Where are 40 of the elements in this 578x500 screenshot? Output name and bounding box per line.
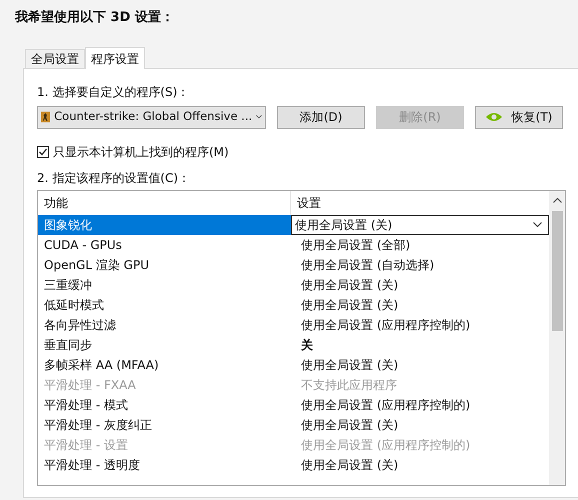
- setting-cell[interactable]: 使用全局设置 (关): [291, 295, 549, 315]
- figure-icon: [41, 109, 50, 125]
- scroll-up-icon[interactable]: [552, 197, 562, 203]
- setting-cell[interactable]: 使用全局设置 (全部): [291, 235, 549, 255]
- checkbox[interactable]: [37, 146, 49, 158]
- feature-cell[interactable]: 平滑处理 - 透明度: [38, 455, 291, 475]
- setting-cell[interactable]: 使用全局设置 (自动选择): [291, 255, 549, 275]
- scrollbar-thumb[interactable]: [552, 211, 562, 331]
- program-dropdown[interactable]: Counter-strike: Global Offensive ...: [37, 106, 266, 128]
- setting-cell[interactable]: 使用全局设置 (应用程序控制的): [291, 395, 549, 415]
- column-header[interactable]: 设置: [291, 191, 549, 215]
- feature-cell[interactable]: 图象锐化: [38, 215, 291, 235]
- feature-cell[interactable]: 垂直同步: [38, 335, 291, 355]
- feature-cell[interactable]: 各向异性过滤: [38, 315, 291, 335]
- button[interactable]: 添加(D): [277, 106, 365, 128]
- feature-cell[interactable]: 平滑处理 - 模式: [38, 395, 291, 415]
- chevron-down-icon: [256, 114, 262, 120]
- program-label: 1. 选择要自定义的程序(S)：: [37, 84, 190, 101]
- scrollbar[interactable]: [549, 191, 565, 485]
- setting-cell[interactable]: 使用全局设置 (关): [291, 355, 549, 375]
- setting-cell[interactable]: 使用全局设置 (关): [291, 455, 549, 475]
- feature-cell[interactable]: 低延时模式: [38, 295, 291, 315]
- tab[interactable]: 全局设置: [25, 49, 85, 68]
- tab[interactable]: 程序设置: [85, 47, 145, 69]
- feature-cell[interactable]: 三重缓冲: [38, 275, 291, 295]
- button[interactable]: 恢复(T): [475, 106, 563, 128]
- setting-cell[interactable]: 使用全局设置 (关): [291, 275, 549, 295]
- feature-cell[interactable]: 平滑处理 - 灰度纠正: [38, 415, 291, 435]
- checkbox-label[interactable]: 只显示本计算机上找到的程序(M): [53, 143, 229, 161]
- setting-cell[interactable]: 使用全局设置 (应用程序控制的): [291, 315, 549, 335]
- eye-logo-icon: [486, 112, 502, 122]
- setting-dropdown[interactable]: 使用全局设置 (关): [291, 215, 549, 235]
- feature-cell[interactable]: 多帧采样 AA (MFAA): [38, 355, 291, 375]
- page-heading: 我希望使用以下 3D 设置：: [15, 8, 175, 27]
- setting-cell[interactable]: 使用全局设置 (关): [291, 415, 549, 435]
- feature-cell[interactable]: CUDA - GPUs: [38, 235, 291, 255]
- setting-cell[interactable]: 关: [291, 335, 549, 355]
- feature-cell[interactable]: OpenGL 渲染 GPU: [38, 255, 291, 275]
- settings-label: 2. 指定该程序的设置值(C)：: [37, 170, 192, 187]
- chevron-down-icon: [533, 222, 542, 228]
